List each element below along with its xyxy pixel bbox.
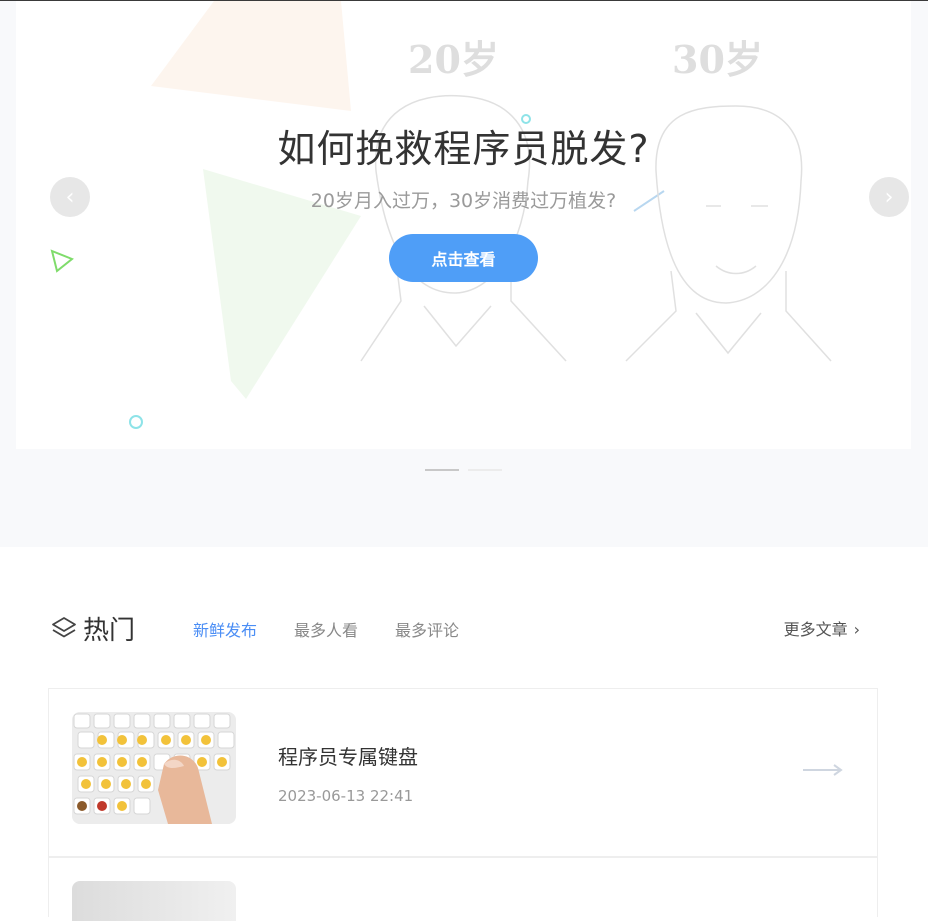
chevron-right-icon: › (884, 184, 894, 210)
tab-most-viewed[interactable]: 最多人看 (294, 617, 358, 641)
slide-indicator-1[interactable] (425, 469, 459, 471)
banner-title: 如何挽救程序员脱发? (277, 127, 650, 171)
age-label-20: 20岁 (408, 37, 499, 82)
article-date: 2023-06-13 22:41 (278, 787, 414, 805)
chevron-left-icon: ‹ (65, 184, 75, 210)
article-title[interactable]: 程序员专属键盘 (278, 741, 418, 770)
article-card[interactable]: 程序员专属键盘 2023-06-13 22:41 (48, 688, 878, 857)
view-button[interactable]: 点击查看 (389, 234, 538, 282)
hot-section-header: 热门 新鲜发布 最多人看 最多评论 更多文章 › (48, 608, 878, 648)
tab-most-comments[interactable]: 最多评论 (395, 617, 459, 641)
more-articles-link[interactable]: 更多文章 › (784, 616, 860, 640)
chevron-right-icon: › (853, 620, 860, 639)
prev-slide-button[interactable]: ‹ (50, 177, 90, 217)
hot-title: 热门 (83, 616, 136, 646)
article-thumbnail (72, 881, 236, 921)
article-card[interactable] (48, 857, 878, 921)
banner-section: 20岁 30岁 如何挽救程序员脱发? 20岁月入过万，30岁消费过万植发? 点击… (0, 1, 928, 547)
banner-subtitle: 20岁月入过万，30岁消费过万植发? (310, 190, 617, 212)
slide-indicator-2[interactable] (468, 469, 502, 471)
emoji-keyboard-image (72, 712, 236, 824)
age-label-30: 30岁 (672, 37, 763, 82)
banner-slide: 20岁 30岁 如何挽救程序员脱发? 20岁月入过万，30岁消费过万植发? 点击… (16, 1, 911, 449)
tab-newest[interactable]: 新鲜发布 (193, 617, 257, 641)
next-slide-button[interactable]: › (869, 177, 909, 217)
long-arrow-right-icon[interactable] (801, 761, 845, 779)
layers-icon (52, 617, 76, 638)
more-articles-label: 更多文章 (783, 620, 848, 639)
article-thumbnail (72, 712, 236, 824)
